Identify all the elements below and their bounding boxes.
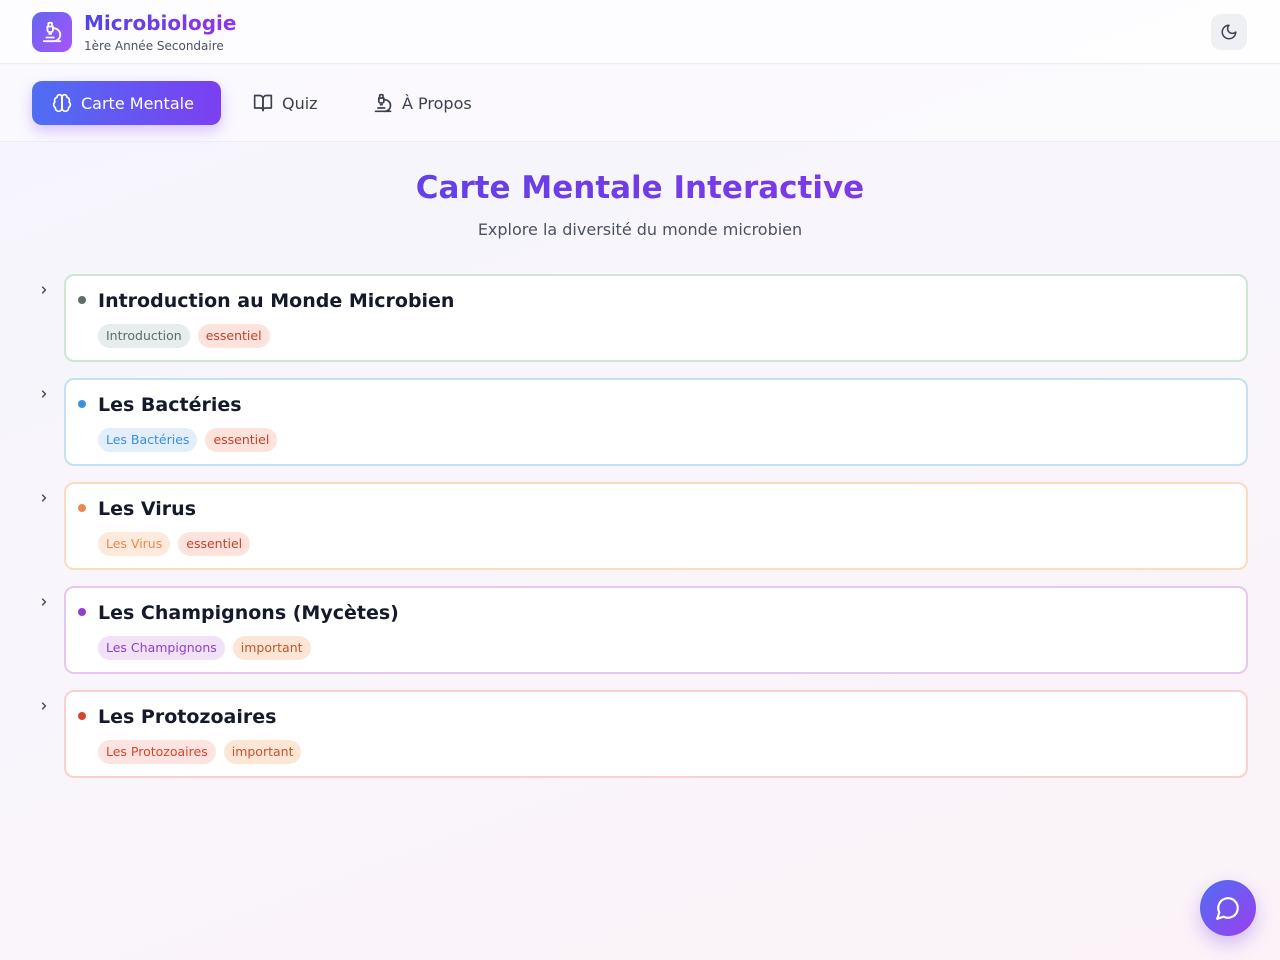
- expand-chevron-icon[interactable]: [36, 594, 52, 610]
- topic-title: Les Virus: [98, 498, 197, 520]
- category-tag: Introduction: [98, 324, 190, 348]
- category-tag: Les Protozoaires: [98, 740, 216, 764]
- chat-bubble-icon: [1215, 895, 1241, 921]
- microscope-icon: [373, 93, 393, 113]
- topic-title: Les Champignons (Mycètes): [98, 602, 399, 624]
- tab-a-propos[interactable]: À Propos: [353, 81, 492, 125]
- level-tag: important: [232, 636, 311, 660]
- topic-dot: [78, 296, 86, 304]
- category-tag: Les Champignons: [98, 636, 225, 660]
- tab-label: Quiz: [282, 93, 318, 113]
- topic-dot: [78, 712, 86, 720]
- topic-dot: [78, 504, 86, 512]
- expand-chevron-icon[interactable]: [36, 282, 52, 298]
- category-tag: Les Virus: [98, 532, 171, 556]
- topic-title: Les Protozoaires: [98, 706, 277, 728]
- tab-carte-mentale[interactable]: Carte Mentale: [32, 81, 221, 125]
- microscope-icon: [32, 12, 72, 52]
- topic-card-virus[interactable]: Les Virus Les Virus essentiel: [64, 482, 1248, 570]
- topic-title: Les Bactéries: [98, 394, 242, 416]
- topic-card-protozoaires[interactable]: Les Protozoaires Les Protozoaires import…: [64, 690, 1248, 778]
- level-tag: essentiel: [178, 532, 251, 556]
- brain-icon: [52, 93, 72, 113]
- topic-dot: [78, 400, 86, 408]
- topic-card-introduction[interactable]: Introduction au Monde Microbien Introduc…: [64, 274, 1248, 362]
- theme-toggle-button[interactable]: [1211, 14, 1247, 50]
- app-header: Microbiologie 1ère Année Secondaire: [0, 0, 1280, 64]
- expand-chevron-icon[interactable]: [36, 698, 52, 714]
- moon-icon: [1220, 23, 1238, 41]
- expand-chevron-icon[interactable]: [36, 386, 52, 402]
- topic-card-bacteries[interactable]: Les Bactéries Les Bactéries essentiel: [64, 378, 1248, 466]
- category-tag: Les Bactéries: [98, 428, 198, 452]
- main-nav: Carte Mentale Quiz À Propos: [0, 65, 1280, 142]
- topic-card-champignons[interactable]: Les Champignons (Mycètes) Les Champignon…: [64, 586, 1248, 674]
- level-tag: important: [223, 740, 302, 764]
- topic-dot: [78, 608, 86, 616]
- topic-title: Introduction au Monde Microbien: [98, 290, 455, 312]
- book-open-icon: [253, 93, 273, 113]
- page-title: Carte Mentale Interactive: [0, 170, 1280, 206]
- chat-button[interactable]: [1200, 880, 1256, 936]
- tab-label: À Propos: [402, 93, 472, 113]
- page-subtitle: Explore la diversité du monde microbien: [477, 220, 803, 239]
- tab-label: Carte Mentale: [81, 93, 194, 113]
- level-tag: essentiel: [197, 324, 270, 348]
- level-tag: essentiel: [205, 428, 278, 452]
- app-subtitle: 1ère Année Secondaire: [84, 39, 224, 53]
- tab-quiz[interactable]: Quiz: [233, 81, 338, 125]
- expand-chevron-icon[interactable]: [36, 490, 52, 506]
- app-title: Microbiologie: [84, 11, 237, 35]
